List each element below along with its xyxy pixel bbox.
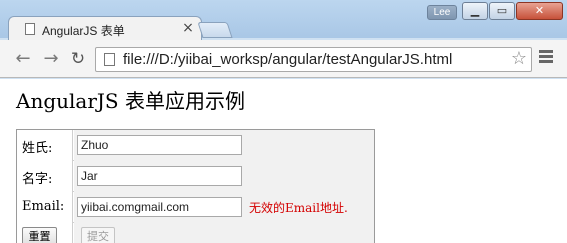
field-cell [74, 161, 374, 192]
submit-button[interactable]: 提交 [81, 227, 115, 243]
table-row: Email: 无效的Email地址. [17, 192, 374, 223]
profile-badge[interactable]: Lee [427, 5, 457, 20]
url-text[interactable]: file:///D:/yiibai_worksp/angular/testAng… [123, 51, 452, 68]
field-cell: 无效的Email地址. [74, 192, 374, 223]
address-bar[interactable]: file:///D:/yiibai_worksp/angular/testAng… [95, 47, 532, 72]
student-form-table: 姓氏: 名字: Email: 无效的Email地址. 重置 提交 [16, 129, 375, 243]
bookmark-star-icon[interactable]: ☆ [509, 49, 529, 69]
close-window-button[interactable]: ✕ [516, 2, 563, 20]
field-cell: 提交 [74, 223, 374, 243]
last-name-input[interactable] [77, 135, 242, 155]
page-title: AngularJS 表单应用示例 [16, 89, 245, 113]
last-name-label: 姓氏: [17, 130, 73, 161]
table-row: 名字: [17, 161, 374, 192]
forward-arrow-icon[interactable]: → [41, 49, 61, 69]
first-name-label: 名字: [17, 161, 73, 192]
new-tab-button[interactable] [197, 22, 233, 38]
table-row: 姓氏: [17, 130, 374, 161]
browser-tab[interactable]: AngularJS 表单 × [8, 16, 202, 40]
email-label: Email: [17, 192, 73, 223]
email-error-message: 无效的Email地址. [249, 201, 348, 215]
table-row: 重置 提交 [17, 223, 374, 243]
email-input[interactable] [77, 197, 242, 217]
tab-title: AngularJS 表单 [42, 24, 125, 38]
maximize-button[interactable]: ▭ [489, 2, 515, 20]
back-arrow-icon[interactable]: ← [13, 49, 33, 69]
reset-button[interactable]: 重置 [22, 227, 57, 243]
first-name-input[interactable] [77, 166, 242, 186]
minimize-button[interactable]: ▁ [462, 2, 488, 20]
menu-icon[interactable] [539, 50, 553, 64]
reload-icon[interactable]: ↻ [68, 49, 88, 69]
field-cell [74, 130, 374, 161]
browser-title-bar: AngularJS 表单 × Lee ▁ ▭ ✕ [0, 0, 567, 40]
page-viewport: AngularJS 表单应用示例 姓氏: 名字: Email: 无效的Email… [0, 79, 567, 243]
page-favicon-icon [25, 23, 35, 35]
page-icon [104, 53, 115, 66]
button-cell: 重置 [17, 223, 73, 243]
tab-close-icon[interactable]: × [181, 20, 195, 36]
browser-toolbar: ← → ↻ file:///D:/yiibai_worksp/angular/t… [0, 40, 567, 78]
